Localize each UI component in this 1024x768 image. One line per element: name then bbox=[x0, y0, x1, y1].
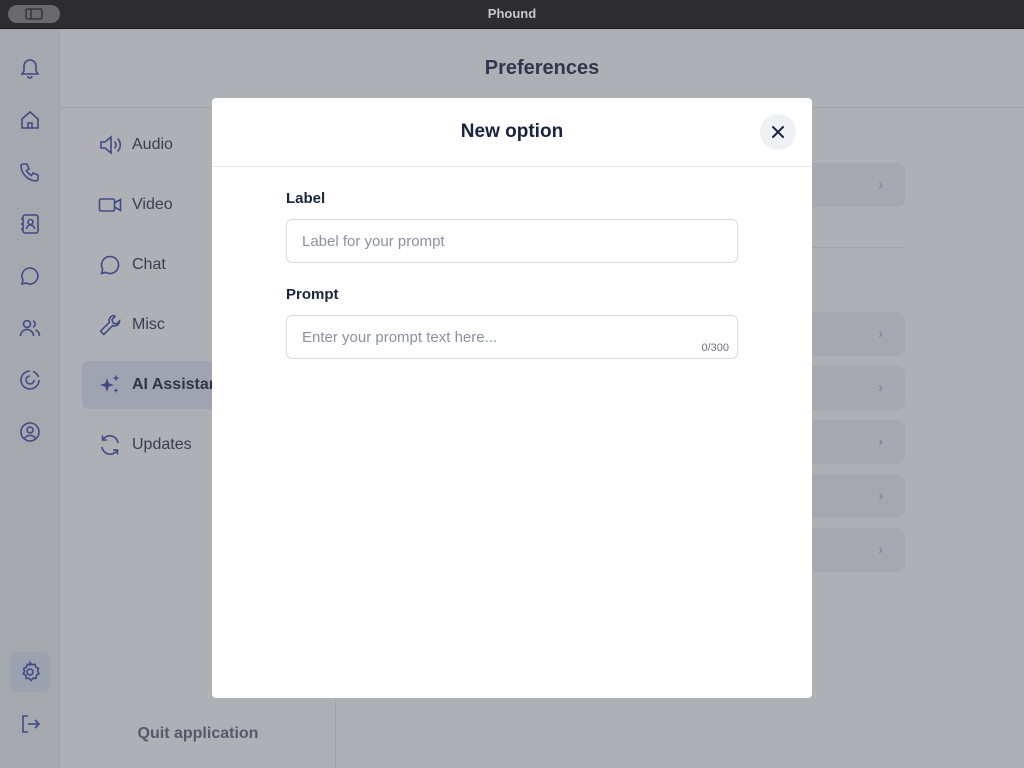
label-input[interactable] bbox=[287, 220, 737, 262]
window-title: Phound bbox=[487, 6, 537, 21]
prompt-field-label: Prompt bbox=[286, 286, 339, 303]
prompt-field: 0/300 bbox=[286, 315, 738, 359]
character-counter: 0/300 bbox=[701, 342, 729, 354]
title-bar: Phound bbox=[0, 0, 1024, 29]
close-icon bbox=[772, 126, 784, 138]
label-field-label: Label bbox=[286, 190, 326, 207]
dialog-header: New option bbox=[212, 98, 812, 167]
dialog-title: New option bbox=[460, 121, 564, 142]
prompt-input[interactable] bbox=[287, 316, 737, 358]
new-option-dialog: New option Label Prompt 0/300 bbox=[212, 98, 812, 698]
label-field bbox=[286, 219, 738, 263]
close-button[interactable] bbox=[760, 114, 796, 150]
